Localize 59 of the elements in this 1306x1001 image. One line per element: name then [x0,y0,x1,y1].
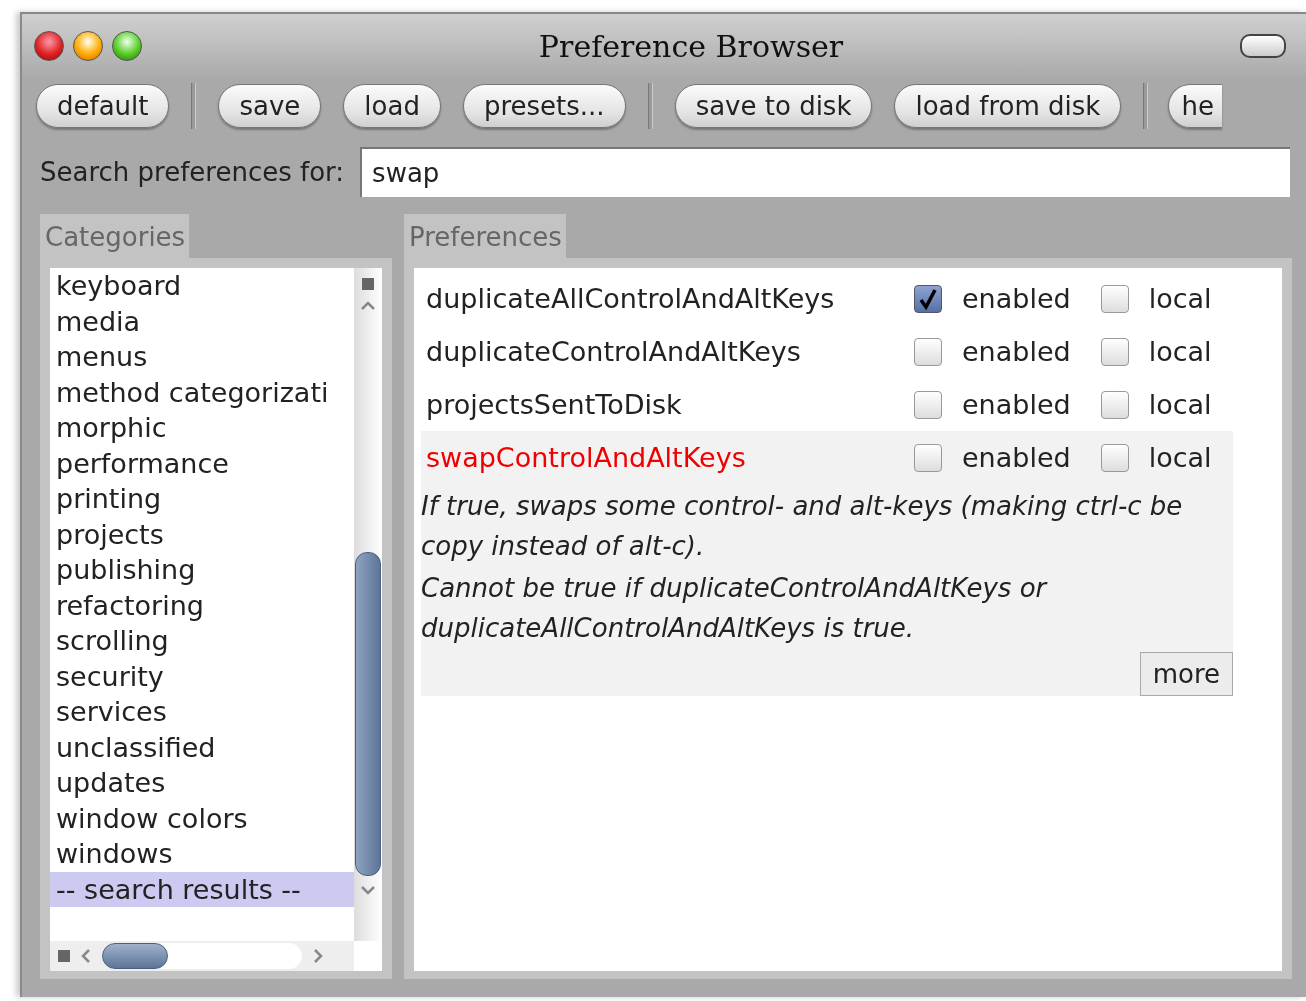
close-button[interactable] [34,31,64,61]
minimize-button[interactable] [73,31,103,61]
search-field[interactable]: swap [360,147,1290,197]
category-item[interactable]: keyboard [50,268,354,304]
more-button[interactable]: more [1139,652,1233,696]
toolbar-button[interactable]: load [343,84,441,128]
preference-name[interactable]: duplicateAllControlAndAltKeys [421,283,914,314]
checkbox[interactable] [914,443,942,472]
checkbox[interactable] [1100,390,1129,419]
category-item[interactable]: media [50,303,354,339]
category-item[interactable]: printing [50,481,354,517]
search-label: Search preferences for: [40,157,345,187]
category-item[interactable]: performance [50,445,354,481]
checkbox[interactable] [914,337,942,366]
toolbar-button[interactable]: he [1168,84,1222,128]
checkbox-label: enabled [962,389,1071,420]
toolbar-button[interactable]: default [36,84,170,128]
checkbox-label: local [1148,336,1212,367]
checkbox[interactable] [1100,284,1129,313]
description-text: Cannot be true if duplicateControlAndAltKeys or duplicateAllControlAndAltKeys is true. [421,572,1049,645]
category-item[interactable]: projects [50,516,354,552]
collapse-button[interactable] [1240,34,1286,58]
vertical-scrollbar[interactable] [354,268,382,941]
category-item[interactable]: morphic [50,410,354,446]
checkbox-label: enabled [962,283,1071,314]
preference-name[interactable]: swapControlAndAltKeys [421,442,914,473]
category-item[interactable]: window colors [50,800,354,836]
category-item[interactable]: security [50,658,354,694]
category-item[interactable]: publishing [50,552,354,588]
checkbox-label: enabled [962,442,1071,473]
category-item[interactable]: method categorizati [50,374,354,410]
toolbar-button[interactable]: load from disk [894,84,1122,128]
preference-name[interactable]: projectsSentToDisk [421,389,914,420]
checkbox[interactable] [1100,337,1129,366]
category-item[interactable]: menus [50,339,354,375]
checkbox-label: enabled [962,336,1071,367]
category-item[interactable]: unclassified [50,729,354,765]
toolbar-button[interactable]: save to disk [674,84,873,128]
scroll-thumb[interactable] [102,943,168,969]
zoom-button[interactable] [112,31,142,61]
category-item[interactable]: windows [50,836,354,872]
window-title: Preference Browser [537,28,845,64]
description-text: If true, swaps some control- and alt-keys (making ctrl-c be copy instead of alt-c). [421,490,1184,563]
toolbar-button[interactable]: presets... [462,84,626,128]
checkbox[interactable] [1100,443,1129,472]
checkbox[interactable] [914,390,942,419]
category-item[interactable]: refactoring [50,587,354,623]
checkbox[interactable] [914,284,942,313]
category-item[interactable]: services [50,694,354,730]
checkbox-label: local [1148,283,1212,314]
checkbox-label: local [1148,389,1212,420]
category-item[interactable]: scrolling [50,623,354,659]
category-item[interactable]: updates [50,765,354,801]
toolbar-button[interactable]: save [218,84,322,128]
horizontal-scrollbar[interactable] [50,941,354,971]
preference-name[interactable]: duplicateControlAndAltKeys [421,336,914,367]
category-item[interactable]: -- search results -- [50,871,354,907]
checkbox-label: local [1148,442,1212,473]
scroll-thumb[interactable] [355,552,381,876]
